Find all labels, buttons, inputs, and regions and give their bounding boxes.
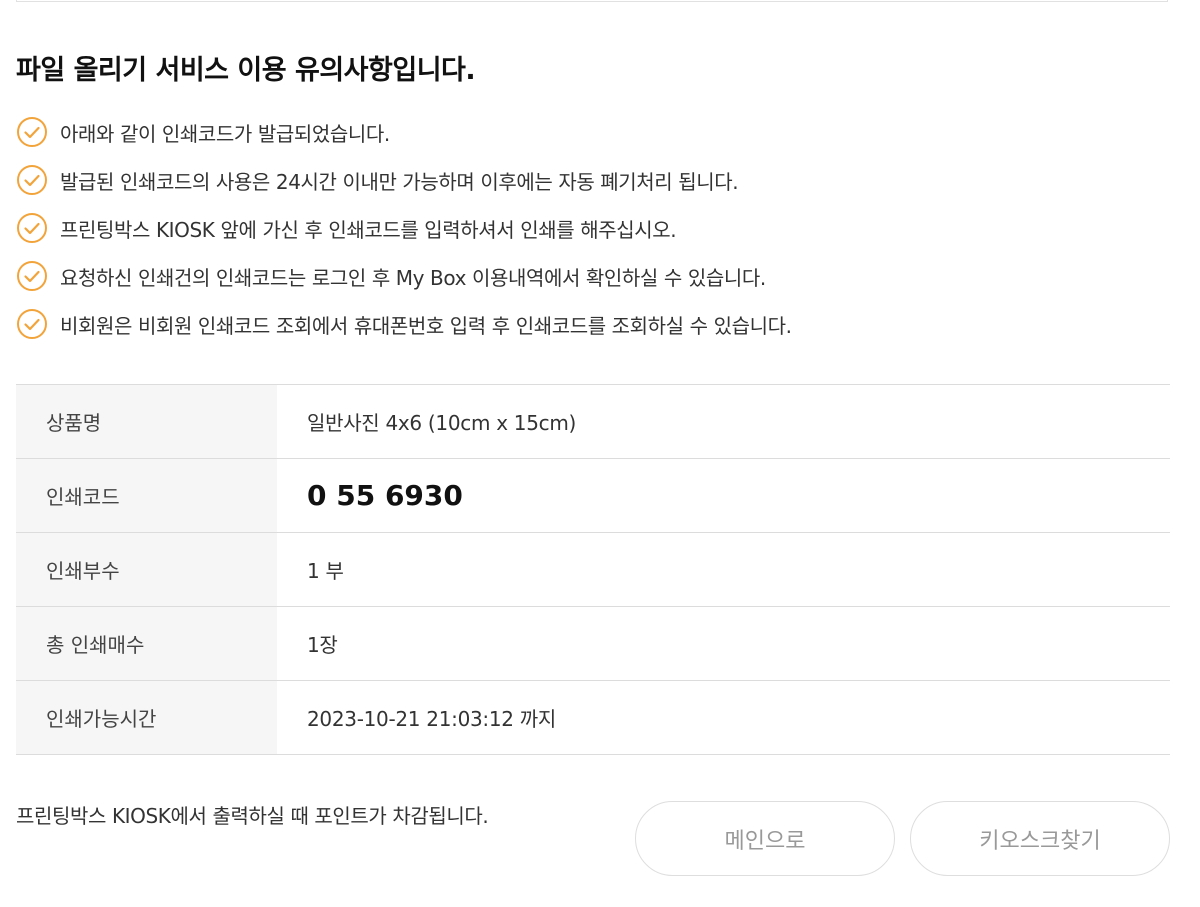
total-sheets-value: 1장	[277, 606, 1170, 681]
notice-text: 발급된 인쇄코드의 사용은 24시간 이내만 가능하며 이후에는 자동 폐기처리…	[60, 169, 739, 194]
copies-value: 1 부	[277, 532, 1170, 607]
print-deadline-label: 인쇄가능시간	[16, 680, 277, 755]
check-circle-icon	[16, 260, 48, 292]
product-name-value: 일반사진 4x6 (10cm x 15cm)	[277, 384, 1170, 459]
notice-item: 발급된 인쇄코드의 사용은 24시간 이내만 가능하며 이후에는 자동 폐기처리…	[16, 156, 792, 204]
check-circle-icon	[16, 308, 48, 340]
top-frame-border	[16, 0, 1168, 2]
print-deadline-value: 2023-10-21 21:03:12 까지	[277, 680, 1170, 755]
notice-text: 아래와 같이 인쇄코드가 발급되었습니다.	[60, 121, 390, 146]
check-circle-icon	[16, 164, 48, 196]
notice-item: 프린팅박스 KIOSK 앞에 가신 후 인쇄코드를 입력하셔서 인쇄를 해주십시…	[16, 204, 792, 252]
copies-label: 인쇄부수	[16, 532, 277, 607]
print-code-label: 인쇄코드	[16, 458, 277, 533]
find-kiosk-button[interactable]: 키오스크찾기	[910, 801, 1170, 876]
notice-item: 비회원은 비회원 인쇄코드 조회에서 휴대폰번호 입력 후 인쇄코드를 조회하실…	[16, 300, 792, 348]
check-circle-icon	[16, 212, 48, 244]
check-circle-icon	[16, 116, 48, 148]
print-code-value: 0 55 6930	[277, 458, 1170, 533]
point-deduction-note: 프린팅박스 KIOSK에서 출력하실 때 포인트가 차감됩니다.	[16, 804, 489, 828]
table-row-product: 상품명 일반사진 4x6 (10cm x 15cm)	[16, 384, 1170, 459]
table-row-copies: 인쇄부수 1 부	[16, 532, 1170, 607]
page-title: 파일 올리기 서비스 이용 유의사항입니다.	[16, 55, 476, 86]
notice-text: 프린팅박스 KIOSK 앞에 가신 후 인쇄코드를 입력하셔서 인쇄를 해주십시…	[60, 217, 677, 242]
table-row-print-code: 인쇄코드 0 55 6930	[16, 458, 1170, 533]
total-sheets-label: 총 인쇄매수	[16, 606, 277, 681]
notice-text: 비회원은 비회원 인쇄코드 조회에서 휴대폰번호 입력 후 인쇄코드를 조회하실…	[60, 313, 792, 338]
table-row-print-deadline: 인쇄가능시간 2023-10-21 21:03:12 까지	[16, 680, 1170, 755]
notice-item: 아래와 같이 인쇄코드가 발급되었습니다.	[16, 108, 792, 156]
notice-list: 아래와 같이 인쇄코드가 발급되었습니다. 발급된 인쇄코드의 사용은 24시간…	[16, 108, 792, 348]
go-main-button[interactable]: 메인으로	[635, 801, 895, 876]
print-info-table: 상품명 일반사진 4x6 (10cm x 15cm) 인쇄코드 0 55 693…	[16, 384, 1170, 755]
product-name-label: 상품명	[16, 384, 277, 459]
table-row-total-sheets: 총 인쇄매수 1장	[16, 606, 1170, 681]
notice-text: 요청하신 인쇄건의 인쇄코드는 로그인 후 My Box 이용내역에서 확인하실…	[60, 265, 766, 290]
notice-item: 요청하신 인쇄건의 인쇄코드는 로그인 후 My Box 이용내역에서 확인하실…	[16, 252, 792, 300]
